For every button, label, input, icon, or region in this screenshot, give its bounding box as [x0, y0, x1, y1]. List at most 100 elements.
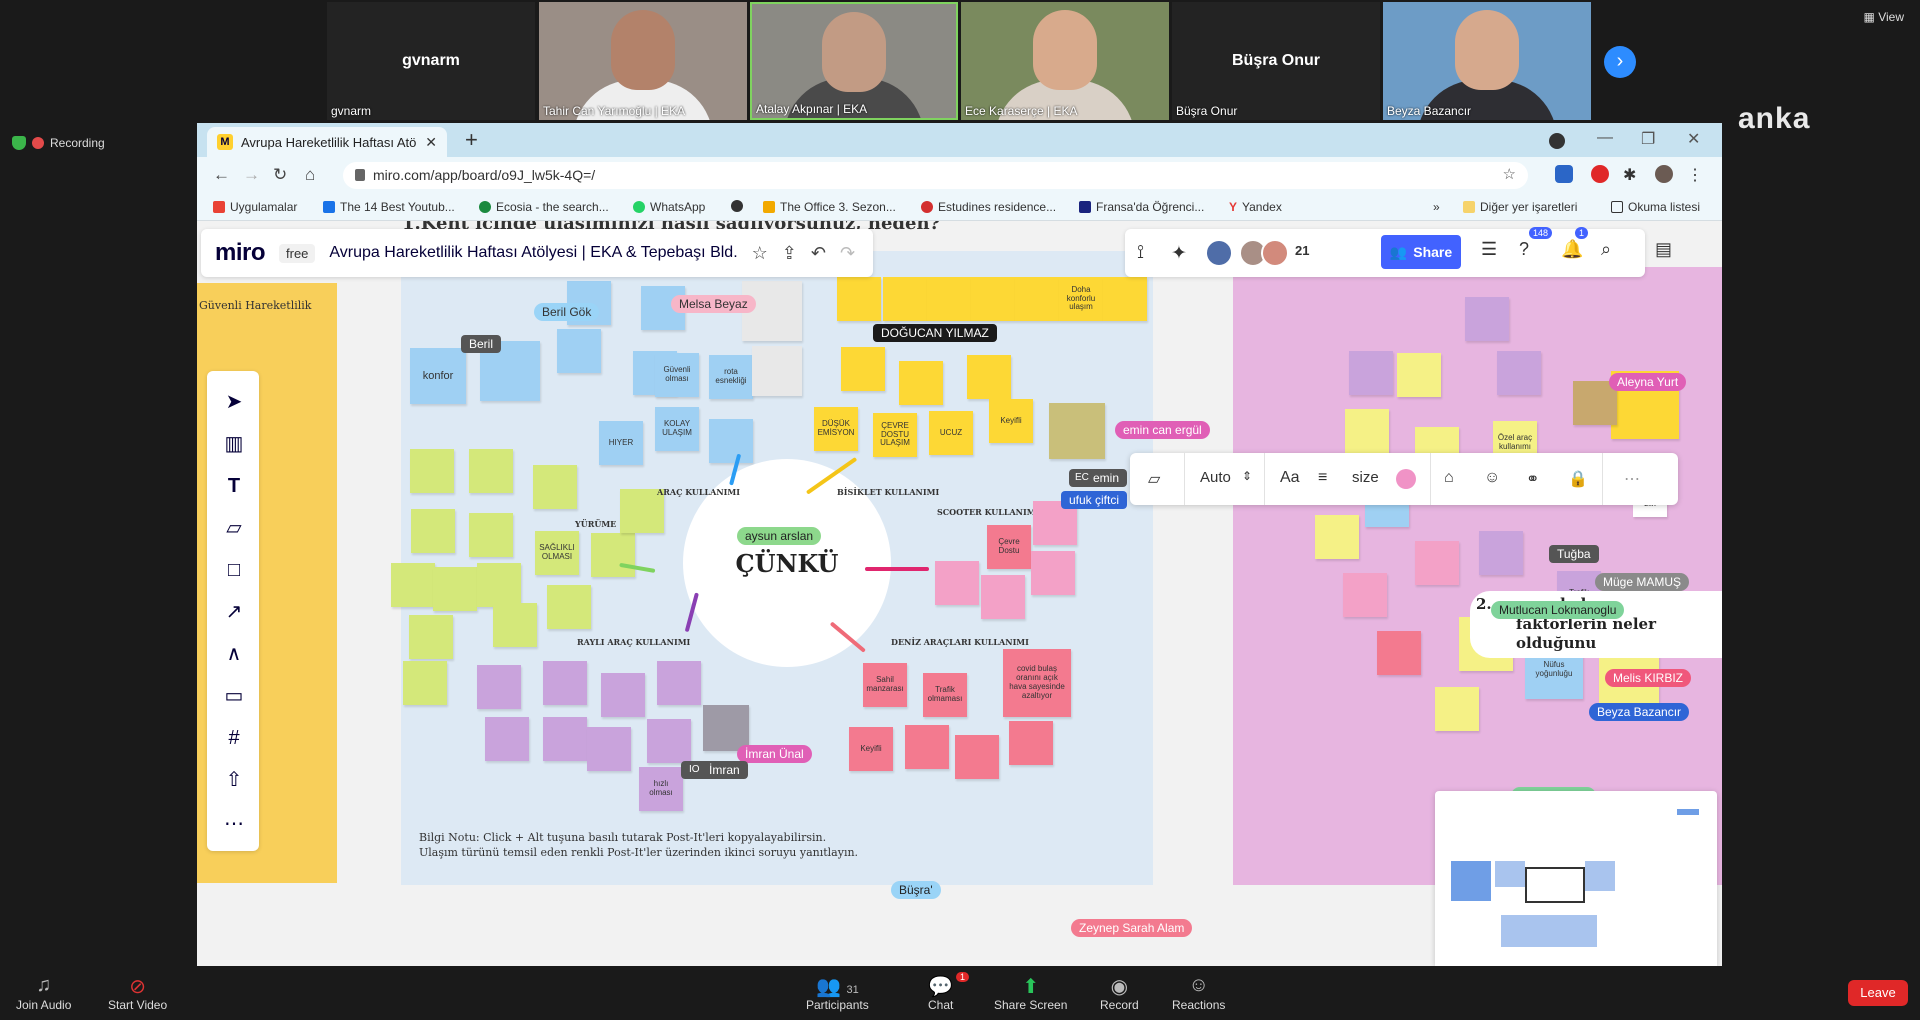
minimize-icon[interactable]: —: [1597, 129, 1613, 147]
sticky-note[interactable]: [601, 673, 645, 717]
sticky-note[interactable]: [971, 277, 1015, 321]
sticky-note[interactable]: [1349, 351, 1393, 395]
sticky-note[interactable]: [533, 465, 577, 509]
sticky-note[interactable]: [1435, 687, 1479, 731]
sticky-note[interactable]: [1315, 515, 1359, 559]
sticky-note[interactable]: [477, 665, 521, 709]
board-menu-icon[interactable]: ▤: [1655, 239, 1672, 260]
video-tile-gvnarm[interactable]: gvnarm gvnarm: [327, 2, 535, 120]
help-icon[interactable]: ?: [1519, 239, 1529, 260]
board-title[interactable]: Avrupa Hareketlilik Haftası Atölyesi | E…: [329, 244, 737, 262]
chat-button[interactable]: 💬 1 Chat: [928, 972, 970, 1012]
bookmark-star-icon[interactable]: ☆: [1503, 165, 1516, 183]
bookmark-item[interactable]: WhatsApp: [633, 200, 705, 214]
sticky-note[interactable]: [899, 361, 943, 405]
sticky-note[interactable]: [981, 575, 1025, 619]
align-icon[interactable]: ≡: [1318, 469, 1327, 487]
profile-indicator-icon[interactable]: [1549, 133, 1565, 149]
sticky-note[interactable]: [1465, 297, 1509, 341]
bookmarks-overflow-button[interactable]: »: [1433, 200, 1440, 214]
sticky-note[interactable]: [477, 563, 521, 607]
sticky-note[interactable]: [591, 533, 635, 577]
sticky-note[interactable]: UCUZ: [929, 411, 973, 455]
connection-line-icon[interactable]: ↗: [223, 601, 245, 623]
bookmark-item[interactable]: The 14 Best Youtub...: [323, 200, 455, 214]
sticky-note[interactable]: [927, 277, 971, 321]
sticky-note[interactable]: [469, 513, 513, 557]
sticky-note[interactable]: [543, 661, 587, 705]
bookmark-item[interactable]: Ecosia - the search...: [479, 200, 609, 214]
sticky-note[interactable]: SAĞLIKLI OLMASI: [535, 531, 579, 575]
more-options-icon[interactable]: ⋯: [1624, 469, 1640, 489]
share-screen-button[interactable]: ⬆ Share Screen: [994, 974, 1067, 1012]
sticky-note[interactable]: [1049, 403, 1105, 459]
new-tab-button[interactable]: +: [465, 127, 478, 153]
tag-icon[interactable]: ⌂: [1444, 469, 1454, 487]
sticky-note[interactable]: Güvenli olması: [655, 353, 699, 397]
sticky-note[interactable]: [657, 661, 701, 705]
video-tile-ece[interactable]: Ece Karaserçe | EKA: [961, 2, 1169, 120]
sticky-note[interactable]: konfor: [410, 348, 466, 404]
home-icon[interactable]: ⌂: [305, 165, 315, 185]
sticky-note[interactable]: hızlı olması: [639, 767, 683, 811]
bell-icon[interactable]: 🔔: [1561, 239, 1583, 260]
text-icon[interactable]: T: [223, 475, 245, 497]
bookmark-item[interactable]: [731, 200, 743, 212]
redo-icon[interactable]: ↷: [840, 243, 855, 264]
sticky-note[interactable]: [1479, 531, 1523, 575]
sticky-note[interactable]: [433, 567, 477, 611]
font-size-select[interactable]: Auto: [1200, 469, 1231, 486]
video-tile-busra[interactable]: Büşra Onur Büşra Onur: [1172, 2, 1380, 120]
reload-icon[interactable]: ↻: [273, 165, 287, 185]
sticky-note[interactable]: [547, 585, 591, 629]
sticky-note[interactable]: [709, 419, 753, 463]
frame-icon[interactable]: #: [223, 727, 245, 749]
sticky-note[interactable]: rota esnekliği: [709, 355, 753, 399]
menu-kebab-icon[interactable]: ⋮: [1687, 165, 1705, 184]
sticky-note[interactable]: [752, 346, 802, 396]
minimap[interactable]: [1435, 791, 1717, 966]
sticky-note[interactable]: [1497, 351, 1541, 395]
video-tile-atalay[interactable]: Atalay Akpınar | EKA: [750, 2, 958, 120]
sticky-note[interactable]: [1009, 721, 1053, 765]
url-bar[interactable]: miro.com/app/board/o9J_lw5k-4Q=/ ☆: [343, 162, 1528, 189]
sticky-note[interactable]: HIYER: [599, 421, 643, 465]
maximize-icon[interactable]: ❐: [1641, 129, 1655, 149]
sticky-note[interactable]: [1103, 277, 1147, 321]
sticky-note[interactable]: [647, 719, 691, 763]
sticky-note[interactable]: Keyifli: [989, 399, 1033, 443]
emoji-icon[interactable]: ☺: [1484, 469, 1500, 487]
sticky-note[interactable]: [587, 727, 631, 771]
bookmark-item[interactable]: Fransa'da Öğrenci...: [1079, 200, 1204, 214]
color-swatch[interactable]: [1396, 469, 1416, 489]
sticky-note[interactable]: Trafik olmaması: [923, 673, 967, 717]
shape-icon[interactable]: □: [223, 559, 245, 581]
celebrate-icon[interactable]: ✦: [1171, 242, 1187, 265]
sticky-note[interactable]: Çevre Dostu: [987, 525, 1031, 569]
sticky-note[interactable]: [1031, 551, 1075, 595]
sticky-note[interactable]: [905, 725, 949, 769]
sticky-note[interactable]: DÜŞÜK EMİSYON: [814, 407, 858, 451]
sticky-note[interactable]: [391, 563, 435, 607]
join-audio-button[interactable]: ♫ Join Audio: [16, 974, 71, 1012]
templates-icon[interactable]: ▥: [223, 433, 245, 455]
sticky-note[interactable]: [1415, 541, 1459, 585]
window-close-icon[interactable]: ✕: [1687, 129, 1700, 149]
sticky-note[interactable]: [493, 603, 537, 647]
tab-close-icon[interactable]: ✕: [425, 134, 437, 151]
sticky-note[interactable]: [403, 661, 447, 705]
sticky-note[interactable]: [485, 717, 529, 761]
puzzle-icon[interactable]: ✱: [1623, 165, 1641, 184]
more-tools-icon[interactable]: ⋯: [223, 813, 245, 835]
sticky-note[interactable]: [967, 355, 1011, 399]
extension-icon[interactable]: [1555, 165, 1573, 183]
sticky-note[interactable]: Sahil manzarası: [863, 663, 907, 707]
reading-list[interactable]: Okuma listesi: [1611, 200, 1700, 214]
sticky-note[interactable]: Doha konforlu ulaşım: [1059, 277, 1103, 321]
sticky-note[interactable]: [557, 329, 601, 373]
sticky-note[interactable]: Keyifli: [849, 727, 893, 771]
undo-icon[interactable]: ↶: [811, 243, 826, 264]
sticky-note[interactable]: KOLAY ULAŞIM: [655, 407, 699, 451]
sticky-note[interactable]: [703, 705, 749, 751]
sticky-type-icon[interactable]: ▱: [1148, 469, 1160, 489]
